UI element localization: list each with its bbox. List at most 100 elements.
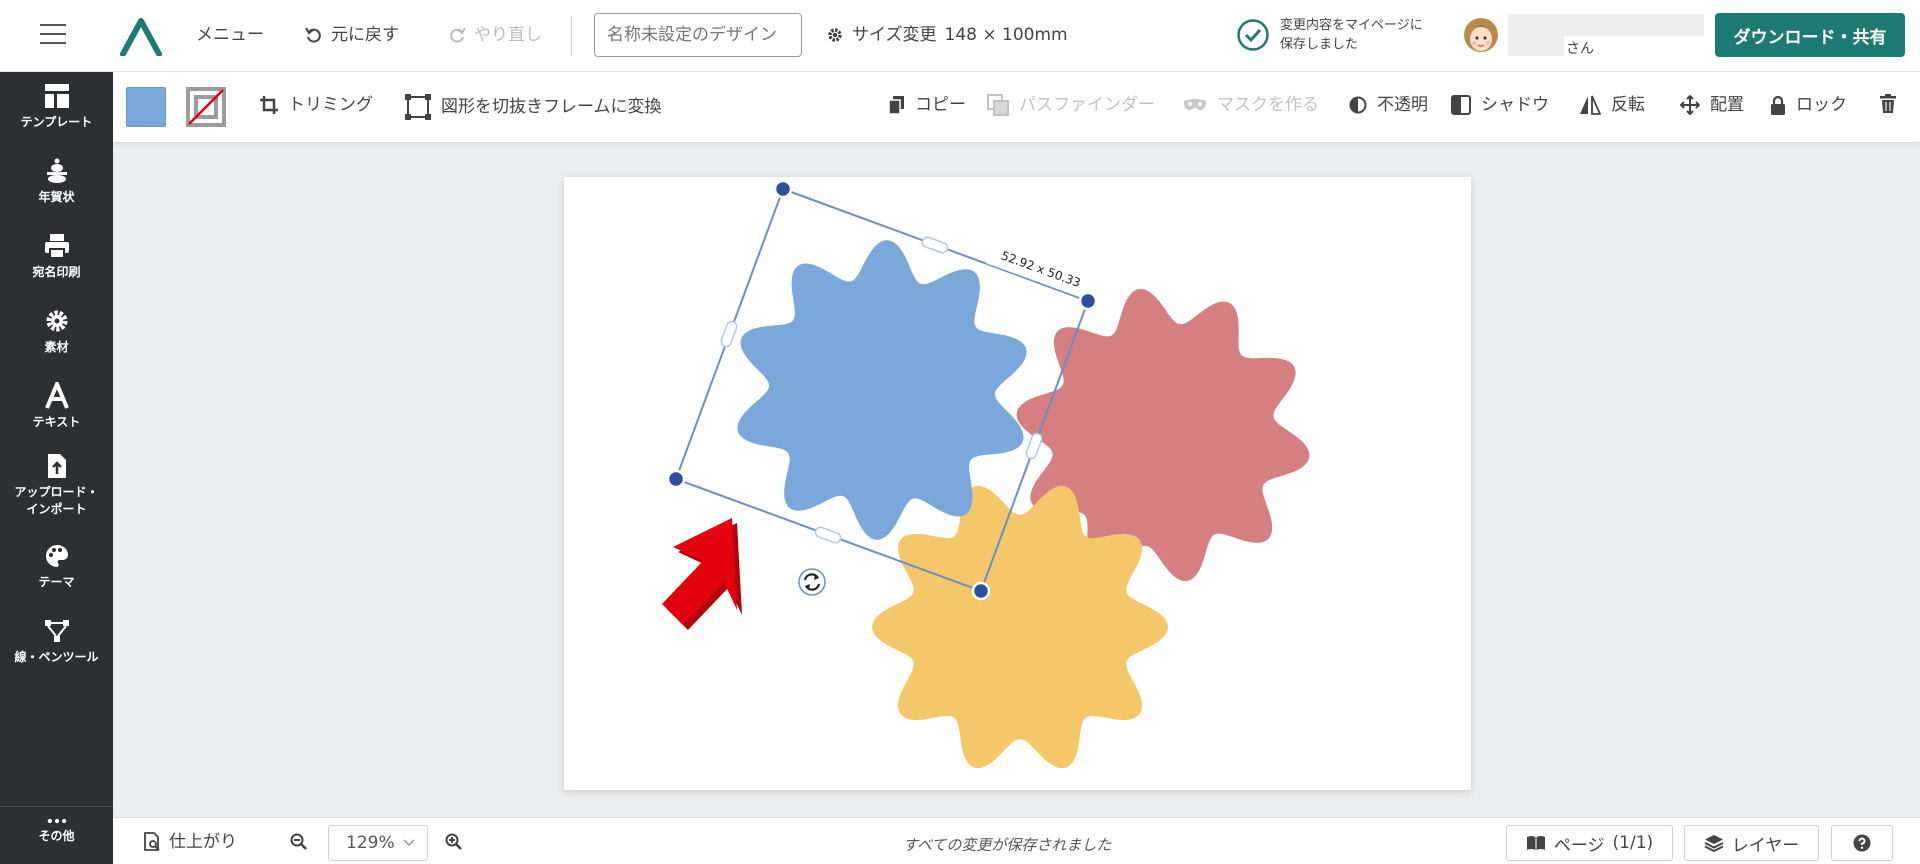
- undo-button[interactable]: 元に戻す: [305, 25, 399, 45]
- canvas-overlay: 52.92 x 50.33: [662, 179, 1310, 769]
- delete-button[interactable]: [1880, 94, 1896, 113]
- avatar[interactable]: [1462, 15, 1500, 55]
- text-icon: [44, 382, 69, 409]
- size-value: 148 × 100mm: [944, 25, 1068, 45]
- flip-button[interactable]: 反転: [1579, 94, 1645, 116]
- sidebar-item-template[interactable]: テンプレート: [0, 82, 113, 131]
- edge-handle-top[interactable]: [921, 236, 949, 254]
- left-sidebar: テンプレート 年賀状 宛名印刷 素材 テキスト アップロード・インポート テーマ…: [0, 72, 113, 864]
- redo-button[interactable]: やり直し: [448, 25, 542, 45]
- toolbar-divider: [571, 16, 572, 56]
- sidebar-item-more[interactable]: その他: [0, 818, 113, 845]
- edge-handle-right[interactable]: [1025, 432, 1043, 460]
- crop-icon: [260, 96, 278, 114]
- mask-label: マスクを作る: [1217, 95, 1319, 115]
- size-change-button[interactable]: サイズ変更 148 × 100mm: [826, 25, 1068, 45]
- pathfinder-button[interactable]: パスファインダー: [987, 94, 1155, 116]
- user-name-redacted: [1508, 14, 1704, 36]
- upload-icon: [47, 454, 66, 478]
- opacity-icon: [1349, 96, 1367, 114]
- pen-tool-icon: [44, 620, 69, 642]
- layer-button[interactable]: レイヤー: [1684, 825, 1819, 861]
- red-arrow-annotation: [662, 518, 742, 630]
- gear-icon: [828, 28, 842, 42]
- sidebar-item-label: 宛名印刷: [32, 265, 81, 279]
- sidebar-item-label: 線・ペンツール: [14, 650, 99, 664]
- edge-handle-bottom[interactable]: [814, 526, 842, 544]
- zoom-value: 129%: [346, 833, 395, 853]
- object-toolbar: トリミング 図形を切抜きフレームに変換 コピー パスファインダー マスクを作る: [113, 72, 1920, 143]
- canvas-area[interactable]: 52.92 x 50.33: [113, 143, 1920, 817]
- copy-icon: [889, 96, 904, 114]
- corner-handle-top-left[interactable]: [773, 179, 793, 199]
- new-year-card-icon: [46, 158, 67, 183]
- lock-label: ロック: [1796, 95, 1847, 115]
- mask-icon: [1184, 99, 1206, 111]
- mask-button[interactable]: マスクを作る: [1183, 94, 1319, 116]
- sidebar-item-pen-tool[interactable]: 線・ペンツール: [0, 617, 113, 666]
- layer-label: レイヤー: [1731, 835, 1800, 856]
- flip-icon: [1580, 95, 1601, 115]
- pathfinder-icon: [987, 94, 1009, 116]
- rotate-handle[interactable]: [798, 568, 826, 596]
- sidebar-item-upload[interactable]: アップロード・インポート: [0, 452, 113, 518]
- corner-handle-bottom-right[interactable]: [971, 581, 991, 601]
- app-logo[interactable]: [120, 18, 162, 56]
- zoom-out-icon[interactable]: [290, 833, 308, 851]
- trash-icon: [1880, 94, 1896, 113]
- trim-button[interactable]: トリミング: [260, 94, 373, 116]
- save-status-line1: 変更内容をマイページに: [1280, 18, 1423, 33]
- download-share-button[interactable]: ダウンロード・共有: [1715, 13, 1905, 57]
- stroke-color-swatch[interactable]: [186, 87, 226, 127]
- edge-handle-left[interactable]: [720, 320, 738, 348]
- lock-button[interactable]: ロック: [1770, 94, 1847, 116]
- size-change-label: サイズ変更: [852, 25, 937, 45]
- zoom-in-icon[interactable]: [445, 833, 463, 851]
- lock-icon: [1771, 95, 1785, 115]
- fill-color-swatch[interactable]: [126, 87, 166, 127]
- menu-button[interactable]: メニュー: [196, 25, 264, 45]
- copy-button[interactable]: コピー: [889, 94, 966, 116]
- shadow-button[interactable]: シャドウ: [1451, 94, 1549, 116]
- sidebar-item-theme[interactable]: テーマ: [0, 542, 113, 591]
- shadow-icon: [1451, 95, 1471, 115]
- layers-icon: [1704, 835, 1724, 852]
- convert-to-frame-label: 図形を切抜きフレームに変換: [441, 97, 662, 117]
- page-button[interactable]: ページ (1/1): [1506, 825, 1673, 861]
- opacity-label: 不透明: [1377, 95, 1428, 115]
- sidebar-item-label: テンプレート: [20, 115, 93, 129]
- shadow-label: シャドウ: [1481, 95, 1549, 115]
- sidebar-item-label: テキスト: [32, 415, 81, 429]
- save-message: すべての変更が保存されました: [903, 836, 1112, 854]
- printer-icon: [44, 234, 69, 259]
- help-button[interactable]: [1831, 825, 1893, 861]
- hamburger-menu-icon[interactable]: [40, 24, 66, 46]
- user-suffix: さん: [1566, 41, 1594, 57]
- sidebar-item-new-year-card[interactable]: 年賀状: [0, 157, 113, 206]
- gear-icon: [46, 310, 67, 332]
- sidebar-item-address-print[interactable]: 宛名印刷: [0, 232, 113, 281]
- preview-icon: [144, 832, 160, 851]
- move-icon: [1680, 95, 1700, 115]
- convert-to-frame-button[interactable]: 図形を切抜きフレームに変換: [405, 94, 662, 120]
- help-icon: [1853, 834, 1871, 852]
- frame-icon: [405, 94, 431, 120]
- zoom-select[interactable]: 129%: [328, 825, 428, 861]
- sidebar-item-materials[interactable]: 素材: [0, 307, 113, 356]
- trim-label: トリミング: [288, 95, 373, 115]
- sidebar-item-label: 素材: [44, 340, 69, 354]
- save-status: 変更内容をマイページに 保存しました: [1236, 16, 1440, 54]
- design-title-input[interactable]: [594, 13, 802, 57]
- arrange-button[interactable]: 配置: [1680, 94, 1744, 116]
- chevron-down-icon: [403, 839, 415, 847]
- undo-label: 元に戻す: [331, 25, 399, 45]
- corner-handle-top-right[interactable]: [1078, 291, 1098, 311]
- sidebar-item-text[interactable]: テキスト: [0, 382, 113, 431]
- opacity-button[interactable]: 不透明: [1349, 94, 1428, 116]
- page-label: ページ: [1553, 835, 1605, 856]
- corner-handle-bottom-left[interactable]: [666, 469, 686, 489]
- flip-label: 反転: [1611, 95, 1645, 115]
- preview-button[interactable]: 仕上がり: [143, 832, 237, 852]
- arrange-label: 配置: [1710, 95, 1744, 115]
- user-name[interactable]: さん: [1508, 14, 1704, 57]
